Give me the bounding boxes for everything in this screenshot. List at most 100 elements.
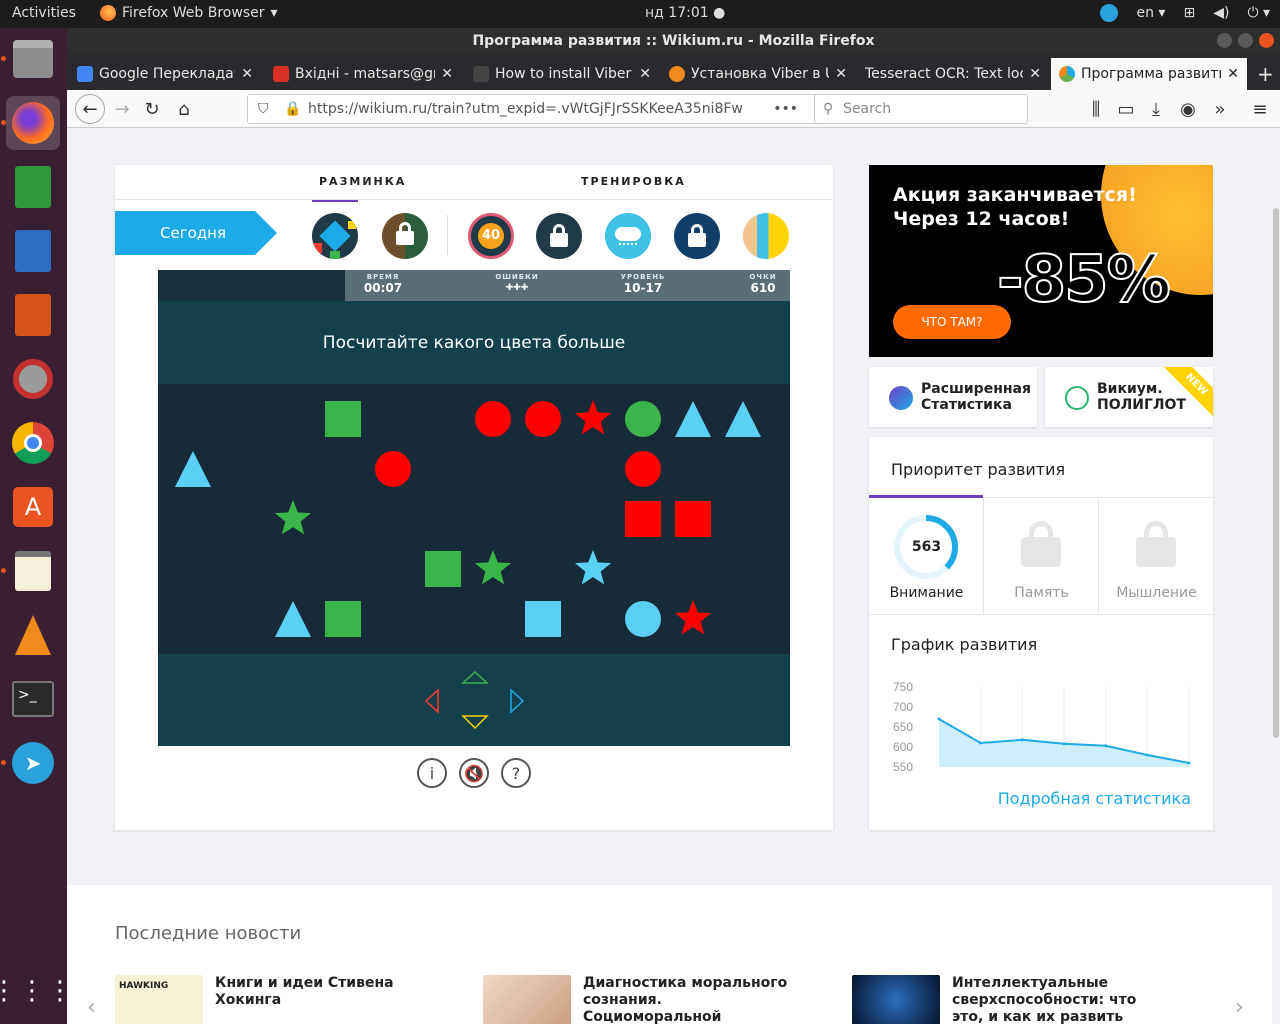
news-item[interactable]: Интеллектуальные сверхспособности: что э… — [852, 975, 1182, 1024]
tab-training[interactable]: ТРЕНИРОВКА — [581, 175, 686, 188]
hamburger-menu-icon[interactable]: ≡ — [1247, 97, 1273, 121]
shapes-canvas[interactable] — [158, 384, 790, 654]
info-button[interactable]: i — [417, 758, 447, 788]
minimize-button[interactable] — [1217, 33, 1232, 48]
text-editor-icon[interactable] — [6, 544, 60, 598]
firefox-icon[interactable] — [6, 96, 60, 150]
downloads-icon[interactable]: ⤓ — [1143, 97, 1169, 121]
terminal-icon[interactable]: >_ — [6, 672, 60, 726]
volume-icon[interactable]: ◀) — [1213, 5, 1229, 21]
linux-icon — [473, 66, 489, 82]
close-tab-icon[interactable]: ✕ — [835, 66, 847, 82]
maximize-button[interactable] — [1238, 33, 1253, 48]
tab-viber-install[interactable]: Установка Viber в Ubuntu ✕ — [661, 58, 855, 90]
shield-icon[interactable]: ⛉ — [258, 95, 269, 123]
polyglot-card[interactable]: Викиум. ПОЛИГЛОТ NEW — [1045, 367, 1213, 427]
game-area: ВРЕМЯ 00:07 ОШИБКИ ✚✚✚ УРОВЕНЬ 10-17 ОЧКИ 61… — [158, 270, 790, 746]
ubuntu-software-icon[interactable]: A — [6, 480, 60, 534]
exercise-colors-icon[interactable] — [312, 213, 358, 259]
overflow-icon[interactable]: » — [1207, 97, 1233, 121]
search-input[interactable]: ⚲ Search — [814, 94, 1028, 124]
chart-point — [1062, 742, 1066, 746]
tab-gmail[interactable]: Вхідні - matsars@gmail.com ✕ — [265, 58, 461, 90]
files-icon[interactable] — [6, 32, 60, 86]
skill-thinking[interactable]: Мышление — [1099, 497, 1214, 615]
arrow-down-icon[interactable] — [461, 715, 489, 730]
language-indicator[interactable]: en ▾ — [1136, 5, 1165, 21]
account-icon[interactable]: ◉ — [1175, 97, 1201, 121]
shape-field[interactable] — [158, 384, 790, 654]
show-applications-icon[interactable]: ⋮⋮⋮ — [0, 964, 73, 1018]
arrow-right-icon[interactable] — [510, 688, 525, 714]
back-button[interactable]: ← — [75, 94, 105, 124]
settings-tools-icon[interactable] — [6, 352, 60, 406]
impress-icon[interactable] — [6, 288, 60, 342]
activities-button[interactable]: Activities — [12, 5, 76, 21]
close-tab-icon[interactable]: ✕ — [1029, 66, 1041, 82]
gnome-top-bar: Activities Firefox Web Browser ▾ нд 17:0… — [0, 0, 1280, 28]
close-tab-icon[interactable]: ✕ — [241, 66, 253, 82]
exercise-counter-icon[interactable]: 40 — [468, 213, 514, 259]
skill-memory[interactable]: Память — [984, 497, 1099, 615]
exercise-locked-lock-icon[interactable] — [536, 213, 582, 259]
page-scrollbar[interactable] — [1272, 128, 1280, 1024]
news-heading: Последние новости — [115, 923, 302, 944]
calc-icon[interactable] — [6, 160, 60, 214]
arrow-up-icon[interactable] — [461, 670, 489, 684]
close-tab-icon[interactable]: ✕ — [1227, 66, 1239, 82]
network-icon[interactable]: ⊞ — [1183, 5, 1195, 21]
news-item[interactable]: Диагностика морального сознания. Социомо… — [483, 975, 813, 1024]
tab-google-translate[interactable]: Google Перекладач ✕ — [69, 58, 261, 90]
square-shape — [325, 401, 361, 437]
sidebar-icon[interactable]: ▭ — [1113, 97, 1139, 121]
library-icon[interactable]: ⫼ — [1083, 97, 1109, 121]
lock-icon[interactable]: 🔒 — [284, 95, 301, 123]
search-icon: ⚲ — [823, 101, 834, 117]
home-button[interactable]: ⌂ — [171, 97, 197, 121]
news-item[interactable]: HAWKING Книги и идеи Стивена Хокинга — [115, 975, 445, 1024]
telegram-icon[interactable]: ➤ — [6, 736, 60, 790]
exercise-stripes-icon[interactable] — [743, 213, 789, 259]
close-tab-icon[interactable]: ✕ — [639, 66, 651, 82]
help-button[interactable]: ? — [501, 758, 531, 788]
clock[interactable]: нд 17:01 ● — [645, 5, 725, 21]
tab-viber-ubuntu[interactable]: How to install Viber on Ubuntu ✕ — [465, 58, 659, 90]
tab-tesseract[interactable]: Tesseract OCR: Text localization ✕ — [857, 58, 1049, 90]
new-tab-button[interactable]: + — [1249, 58, 1277, 90]
arrow-left-icon[interactable] — [424, 688, 439, 714]
circle-shape — [625, 601, 661, 637]
circle-shape — [525, 401, 561, 437]
app-menu[interactable]: Firefox Web Browser ▾ — [100, 5, 278, 21]
tab-warmup[interactable]: РАЗМИНКА — [319, 175, 406, 188]
promo-button[interactable]: ЧТО ТАМ? — [893, 305, 1011, 339]
wikium-icon — [1059, 66, 1075, 82]
reload-button[interactable]: ↻ — [139, 97, 165, 121]
skill-attention[interactable]: 563 Внимание — [869, 497, 984, 615]
close-window-button[interactable] — [1259, 33, 1274, 48]
star-shape — [674, 600, 712, 635]
close-tab-icon[interactable]: ✕ — [441, 66, 453, 82]
detailed-stats-link[interactable]: Подробная статистика — [998, 789, 1191, 808]
exercise-locked-lock-icon[interactable] — [674, 213, 720, 259]
telegram-tray-icon[interactable] — [1100, 4, 1119, 22]
writer-icon[interactable] — [6, 224, 60, 278]
tab-wikium[interactable]: Программа развития ✕ — [1051, 58, 1247, 90]
development-chart: 750 700 650 600 550 — [893, 680, 1191, 774]
power-icon[interactable]: ⏻ ▾ — [1247, 5, 1270, 21]
vlc-icon[interactable] — [6, 608, 60, 662]
exercise-locked-lock-icon[interactable] — [382, 213, 428, 259]
mute-button[interactable]: 🔇 — [459, 758, 489, 788]
circle-shape — [625, 451, 661, 487]
news-next-arrow-icon[interactable]: › — [1235, 995, 1244, 1020]
promo-banner[interactable]: Акция заканчивается! Через 12 часов! -85%… — [869, 165, 1213, 357]
triangle-shape — [175, 451, 211, 487]
system-tray[interactable]: en ▾ ⊞ ◀) ⏻ ▾ — [1100, 4, 1270, 22]
triangle-shape — [675, 401, 711, 437]
extended-stats-card[interactable]: Расширенная Статистика — [869, 367, 1037, 427]
exercise-cloud-icon[interactable] — [605, 213, 651, 259]
url-bar[interactable]: ⛉ 🔒 https://wikium.ru/train?utm_expid=.v… — [247, 94, 875, 124]
page-actions-icon[interactable]: ••• — [769, 95, 802, 123]
forward-button[interactable]: → — [109, 97, 135, 121]
chrome-icon[interactable] — [6, 416, 60, 470]
news-prev-arrow-icon[interactable]: ‹ — [87, 995, 96, 1020]
